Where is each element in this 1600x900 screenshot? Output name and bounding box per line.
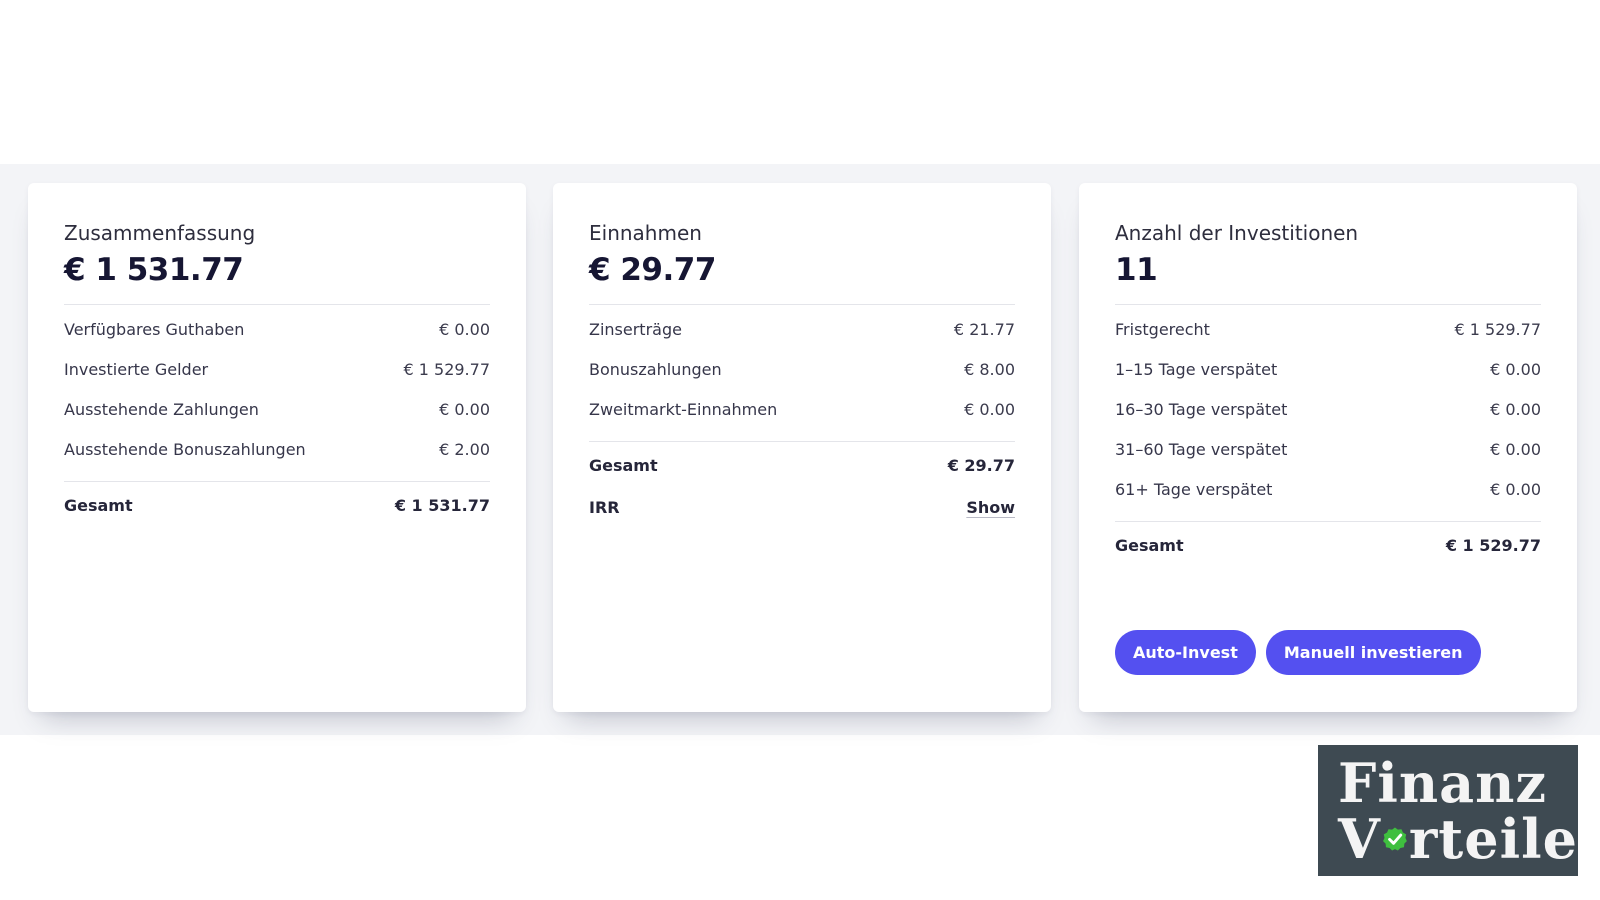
total-value: € 29.77 xyxy=(947,455,1015,475)
income-amount: € 29.77 xyxy=(589,252,716,288)
row-value: € 0.00 xyxy=(1490,439,1541,459)
summary-amount: € 1 531.77 xyxy=(64,252,244,288)
investments-card: Anzahl der Investitionen 11 Fristgerecht… xyxy=(1079,183,1577,712)
income-title: Einnahmen xyxy=(589,221,702,245)
logo-letter: V xyxy=(1338,807,1381,871)
row-value: € 0.00 xyxy=(964,399,1015,419)
irr-label: IRR xyxy=(589,497,620,517)
total-label: Gesamt xyxy=(1115,535,1184,555)
investments-total-row: Gesamt € 1 529.77 xyxy=(1115,524,1541,566)
row-label: Fristgerecht xyxy=(1115,319,1210,339)
row-value: € 0.00 xyxy=(439,319,490,339)
divider xyxy=(64,304,490,305)
income-row: Zinserträge € 21.77 xyxy=(589,309,1015,349)
investments-row: 1–15 Tage verspätet € 0.00 xyxy=(1115,349,1541,389)
divider xyxy=(1115,521,1541,522)
total-value: € 1 531.77 xyxy=(394,495,490,515)
irr-show-link[interactable]: Show xyxy=(966,498,1015,517)
manual-invest-button[interactable]: Manuell investieren xyxy=(1265,630,1481,675)
row-value: € 8.00 xyxy=(964,359,1015,379)
row-label: Zweitmarkt-Einnahmen xyxy=(589,399,778,419)
logo-line-1: Finanz xyxy=(1338,751,1548,815)
summary-title: Zusammenfassung xyxy=(64,221,256,245)
divider xyxy=(1115,304,1541,305)
auto-invest-button[interactable]: Auto-Invest xyxy=(1115,630,1256,675)
row-label: Zinserträge xyxy=(589,319,682,339)
row-value: € 1 529.77 xyxy=(1454,319,1541,339)
row-value: € 0.00 xyxy=(1490,399,1541,419)
income-card: Einnahmen € 29.77 Zinserträge € 21.77 Bo… xyxy=(553,183,1051,712)
investments-count: 11 xyxy=(1115,252,1158,288)
investments-row: 16–30 Tage verspätet € 0.00 xyxy=(1115,389,1541,429)
row-label: Ausstehende Zahlungen xyxy=(64,399,259,419)
row-value: € 21.77 xyxy=(953,319,1015,339)
summary-row: Ausstehende Zahlungen € 0.00 xyxy=(64,389,490,429)
row-value: € 2.00 xyxy=(439,439,490,459)
summary-row: Investierte Gelder € 1 529.77 xyxy=(64,349,490,389)
row-value: € 0.00 xyxy=(439,399,490,419)
summary-total-row: Gesamt € 1 531.77 xyxy=(64,484,490,526)
row-label: 16–30 Tage verspätet xyxy=(1115,399,1288,419)
row-label: Ausstehende Bonuszahlungen xyxy=(64,439,306,459)
investments-row: 31–60 Tage verspätet € 0.00 xyxy=(1115,429,1541,469)
total-value: € 1 529.77 xyxy=(1445,535,1541,555)
finanzvorteile-logo: Finanz V rteile xyxy=(1318,745,1578,876)
irr-row: IRR Show xyxy=(589,486,1015,528)
divider xyxy=(64,481,490,482)
row-value: € 0.00 xyxy=(1490,479,1541,499)
invest-actions: Auto-Invest Manuell investieren xyxy=(1115,630,1481,675)
row-value: € 1 529.77 xyxy=(403,359,490,379)
row-label: Verfügbares Guthaben xyxy=(64,319,245,339)
row-label: Investierte Gelder xyxy=(64,359,209,379)
logo-letters: rteile xyxy=(1408,807,1578,871)
income-row: Bonuszahlungen € 8.00 xyxy=(589,349,1015,389)
check-icon xyxy=(1382,827,1407,851)
income-total-row: Gesamt € 29.77 xyxy=(589,444,1015,486)
summary-row: Ausstehende Bonuszahlungen € 2.00 xyxy=(64,429,490,469)
divider xyxy=(589,304,1015,305)
total-label: Gesamt xyxy=(64,495,133,515)
row-label: 31–60 Tage verspätet xyxy=(1115,439,1288,459)
summary-row: Verfügbares Guthaben € 0.00 xyxy=(64,309,490,349)
row-label: 61+ Tage verspätet xyxy=(1115,479,1273,499)
summary-card: Zusammenfassung € 1 531.77 Verfügbares G… xyxy=(28,183,526,712)
investments-row: 61+ Tage verspätet € 0.00 xyxy=(1115,469,1541,509)
total-label: Gesamt xyxy=(589,455,658,475)
investments-title: Anzahl der Investitionen xyxy=(1115,221,1359,245)
row-label: 1–15 Tage verspätet xyxy=(1115,359,1278,379)
row-value: € 0.00 xyxy=(1490,359,1541,379)
divider xyxy=(589,441,1015,442)
row-label: Bonuszahlungen xyxy=(589,359,722,379)
income-row: Zweitmarkt-Einnahmen € 0.00 xyxy=(589,389,1015,429)
investments-row: Fristgerecht € 1 529.77 xyxy=(1115,309,1541,349)
logo-line-2: V rteile xyxy=(1338,811,1578,867)
